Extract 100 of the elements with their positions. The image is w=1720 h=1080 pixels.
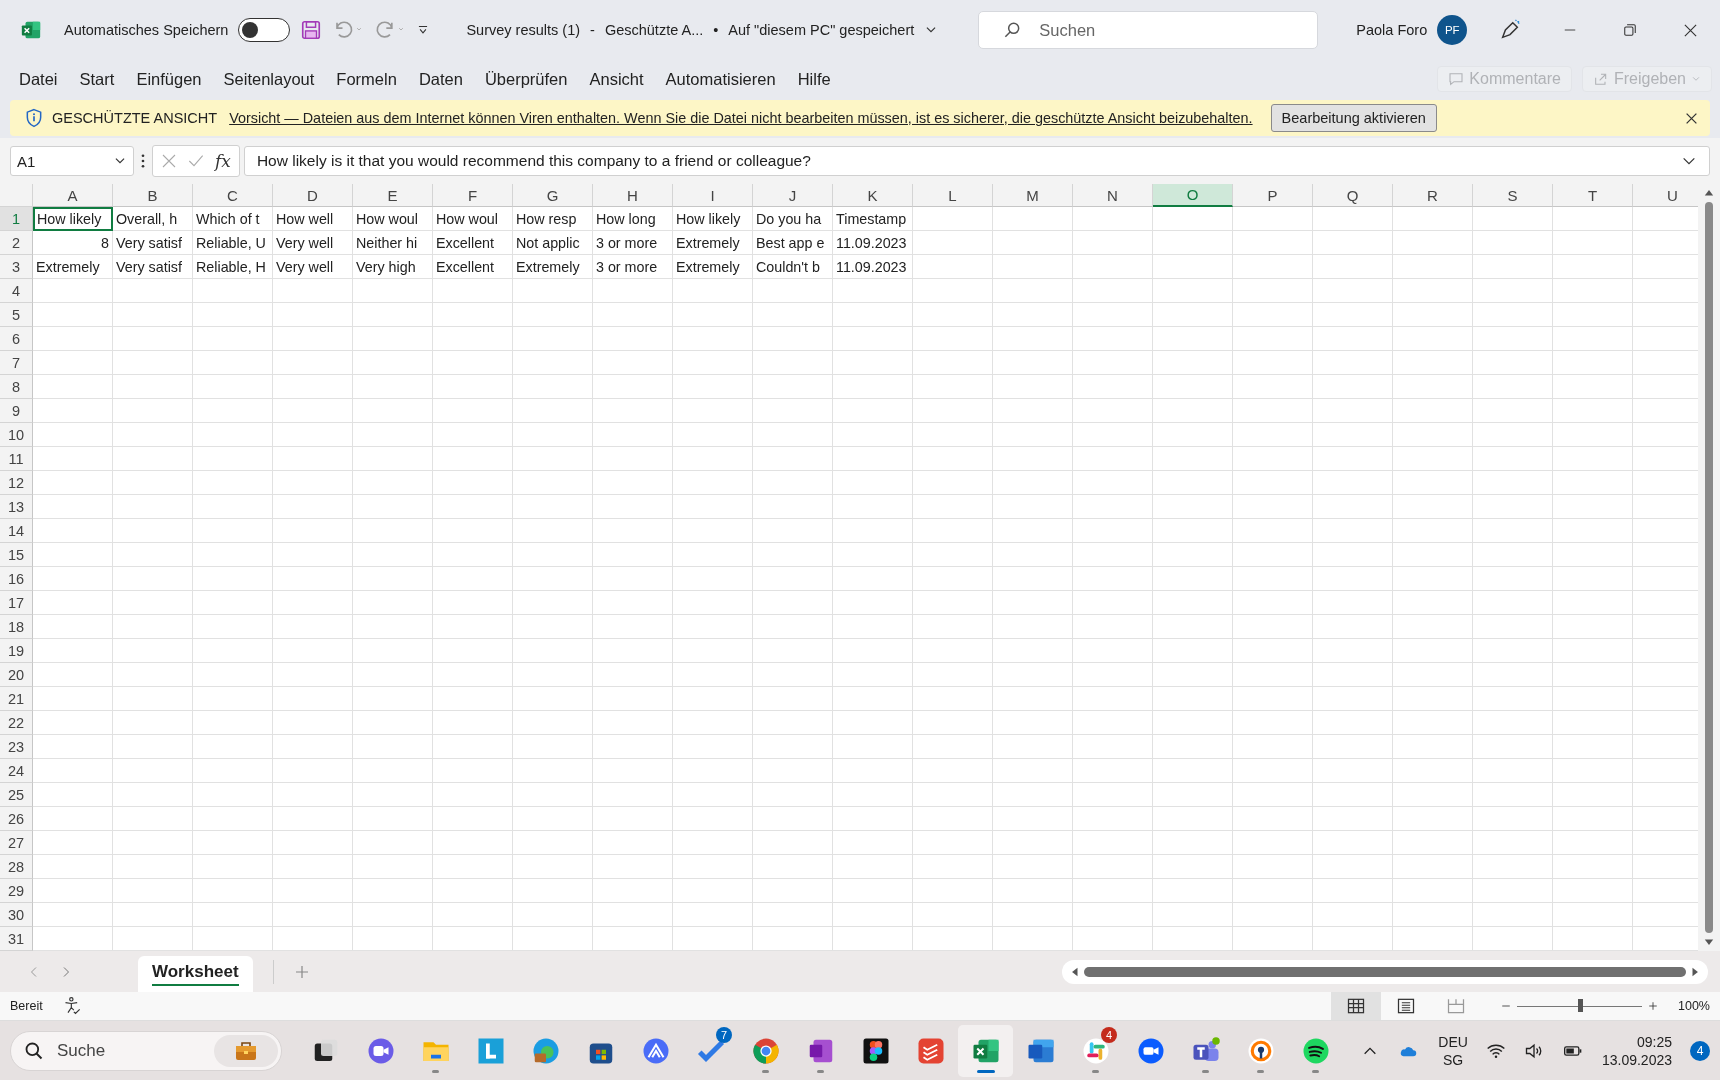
table-cell-text: Extremely xyxy=(675,233,741,253)
column-header[interactable]: L xyxy=(913,184,993,207)
name-box[interactable]: A1 xyxy=(10,146,134,176)
table-cell-text: Which of t xyxy=(195,209,261,229)
search-field[interactable]: Suchen xyxy=(978,11,1319,49)
formula-field[interactable]: How likely is it that you would recommend this company to a friend or colleague? xyxy=(243,146,1710,176)
banner-title: GESCHÜTZTE ANSICHT xyxy=(52,110,218,126)
table-cell-text: Not applic xyxy=(515,233,581,253)
input-language[interactable]: DEU xyxy=(1438,1033,1468,1050)
row-header[interactable]: 2 xyxy=(0,231,33,255)
table-cell-text: Very well xyxy=(275,233,335,253)
row-header[interactable]: 6 xyxy=(0,327,33,351)
formula-text: How likely is it that you would recommend this company to a friend or colleague? xyxy=(256,152,811,170)
column-header[interactable]: R xyxy=(1393,184,1473,207)
row-header[interactable]: 7 xyxy=(0,351,33,375)
row-header[interactable]: 4 xyxy=(0,279,33,303)
menu-item[interactable]: Start xyxy=(68,65,126,93)
column-header[interactable]: Q xyxy=(1313,184,1393,207)
clock-time[interactable]: 09:25 xyxy=(1636,1033,1672,1050)
column-header[interactable]: P xyxy=(1233,184,1313,207)
enable-editing-button[interactable]: Bearbeitung aktivieren xyxy=(1270,104,1437,132)
menu-item[interactable]: Automatisieren xyxy=(654,65,787,93)
user-name: Paola Foro xyxy=(1356,22,1428,38)
title-separator: • xyxy=(713,22,719,38)
menu-item[interactable]: Datei xyxy=(8,65,69,93)
row-header[interactable]: 23 xyxy=(0,735,33,759)
clock-date[interactable]: 13.09.2023 xyxy=(1601,1051,1672,1068)
row-header[interactable]: 19 xyxy=(0,639,33,663)
row-header[interactable]: 16 xyxy=(0,567,33,591)
table-cell-text: Excellent xyxy=(435,257,495,277)
sheet-tab[interactable]: Worksheet xyxy=(138,956,253,992)
table-cell-text: Neither hi xyxy=(355,233,419,253)
table-cell-text: 11.09.2023 xyxy=(835,233,908,253)
row-header[interactable]: 9 xyxy=(0,399,33,423)
row-header[interactable]: 13 xyxy=(0,495,33,519)
column-header[interactable]: J xyxy=(753,184,833,207)
row-header[interactable]: 26 xyxy=(0,807,33,831)
row-header[interactable]: 5 xyxy=(0,303,33,327)
taskbar-app[interactable]: 4 xyxy=(1068,1024,1123,1077)
column-header[interactable]: C xyxy=(193,184,273,207)
row-header[interactable]: 28 xyxy=(0,855,33,879)
column-header[interactable]: O xyxy=(1153,184,1233,207)
column-header[interactable]: H xyxy=(593,184,673,207)
table-cell-text: Overall, h xyxy=(115,209,179,229)
row-header[interactable]: 20 xyxy=(0,663,33,687)
autosave-label: Automatisches Speichern xyxy=(64,22,229,38)
column-header[interactable]: T xyxy=(1553,184,1633,207)
table-cell-text: How resp xyxy=(515,209,578,229)
row-header[interactable]: 15 xyxy=(0,543,33,567)
column-header[interactable]: A xyxy=(33,184,113,207)
notification-count[interactable]: 4 xyxy=(1690,1040,1710,1061)
menu-item[interactable]: Einfügen xyxy=(125,65,213,93)
row-header[interactable]: 31 xyxy=(0,927,33,951)
column-header[interactable]: I xyxy=(673,184,753,207)
row-header[interactable]: 1 xyxy=(0,207,33,231)
row-header[interactable]: 10 xyxy=(0,423,33,447)
table-cell-text: 11.09.2023 xyxy=(835,257,908,277)
taskbar-app[interactable]: 7 xyxy=(683,1024,738,1077)
menu-item[interactable]: Überprüfen xyxy=(473,65,579,93)
row-header[interactable]: 27 xyxy=(0,831,33,855)
row-header[interactable]: 18 xyxy=(0,615,33,639)
menu-item[interactable]: Daten xyxy=(407,65,474,93)
column-header[interactable]: K xyxy=(833,184,913,207)
table-cell-text: Very high xyxy=(355,257,417,277)
row-header[interactable]: 12 xyxy=(0,471,33,495)
menu-item[interactable]: Seitenlayout xyxy=(212,65,326,93)
row-header[interactable]: 17 xyxy=(0,591,33,615)
row-header[interactable]: 22 xyxy=(0,711,33,735)
notification-badge: 7 xyxy=(716,1026,732,1043)
zoom-level[interactable]: 100% xyxy=(1678,999,1710,1013)
table-cell-text: 3 or more xyxy=(595,233,659,253)
user-avatar[interactable]: PF xyxy=(1437,15,1468,45)
menu-item[interactable]: Ansicht xyxy=(578,65,655,93)
row-header[interactable]: 8 xyxy=(0,375,33,399)
table-cell-text: Best app e xyxy=(755,233,826,253)
column-header[interactable]: S xyxy=(1473,184,1553,207)
column-header[interactable]: G xyxy=(513,184,593,207)
row-header[interactable]: 29 xyxy=(0,879,33,903)
row-header[interactable]: 21 xyxy=(0,687,33,711)
row-header[interactable]: 14 xyxy=(0,519,33,543)
status-text: Bereit xyxy=(10,999,43,1013)
column-header[interactable]: D xyxy=(273,184,353,207)
column-header[interactable]: E xyxy=(353,184,433,207)
table-cell-text: Extremely xyxy=(515,257,581,277)
row-header[interactable]: 24 xyxy=(0,759,33,783)
document-location[interactable]: Auf "diesem PC" gespeichert xyxy=(728,22,915,38)
column-header[interactable]: B xyxy=(113,184,193,207)
row-header[interactable]: 3 xyxy=(0,255,33,279)
keyboard-layout[interactable]: SG xyxy=(1443,1051,1464,1068)
column-header[interactable]: M xyxy=(993,184,1073,207)
column-header[interactable]: F xyxy=(433,184,513,207)
menu-item[interactable]: Formeln xyxy=(325,65,408,93)
row-header[interactable]: 30 xyxy=(0,903,33,927)
row-header[interactable]: 11 xyxy=(0,447,33,471)
banner-link[interactable]: Vorsicht — Dateien aus dem Internet können Viren enthalten. Wenn Sie die Datei nicht bearbeiten müssen, ist es sicherer, die geschützte Ansicht beizubehalten. xyxy=(229,110,1253,126)
table-cell-text: 3 or more xyxy=(595,257,659,277)
menu-item[interactable]: Hilfe xyxy=(786,65,842,93)
insert-function-button[interactable]: fx xyxy=(215,151,231,171)
table-cell-text: Extremely xyxy=(675,257,741,277)
row-header[interactable]: 25 xyxy=(0,783,33,807)
